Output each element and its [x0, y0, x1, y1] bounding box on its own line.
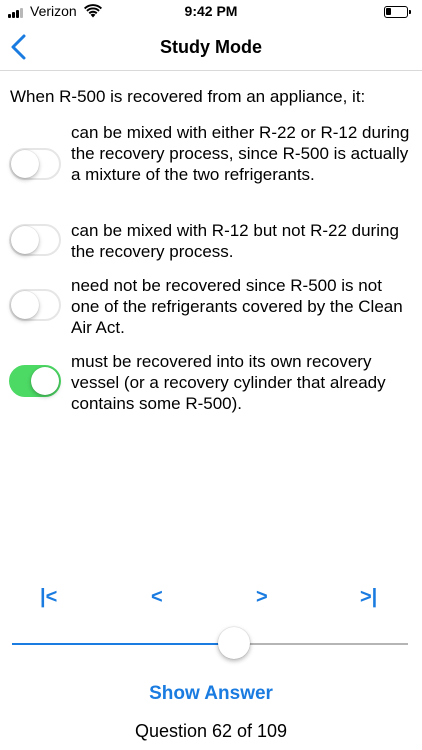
- previous-question-button[interactable]: <: [151, 586, 163, 609]
- option-4-text: must be recovered into its own recovery …: [71, 352, 386, 413]
- navigation-bar: Study Mode: [0, 24, 422, 71]
- first-question-button[interactable]: |<: [40, 586, 57, 609]
- toggle-knob: [11, 226, 39, 254]
- battery-icon: [384, 6, 411, 18]
- option-3-text: need not be recovered since R-500 is not…: [71, 276, 403, 337]
- slider-track-empty[interactable]: [234, 643, 408, 645]
- battery-level: [386, 8, 391, 15]
- toggle-knob: [11, 150, 39, 178]
- toggle-knob: [11, 291, 39, 319]
- last-question-button[interactable]: >|: [360, 586, 377, 609]
- status-bar: Verizon 9:42 PM: [0, 0, 422, 24]
- next-question-button[interactable]: >: [256, 586, 268, 609]
- option-1-text: can be mixed with either R-22 or R-12 du…: [71, 123, 410, 184]
- question-slider-thumb[interactable]: [218, 627, 250, 659]
- option-4-toggle[interactable]: [9, 365, 61, 397]
- show-answer-button[interactable]: Show Answer: [0, 683, 422, 705]
- option-2-text: can be mixed with R-12 but not R-22 duri…: [71, 221, 399, 261]
- slider-track-filled[interactable]: [12, 643, 234, 645]
- question-text: When R-500 is recovered from an applianc…: [10, 87, 366, 106]
- option-1-toggle[interactable]: [9, 148, 61, 180]
- status-time: 9:42 PM: [184, 3, 238, 19]
- page-title: Study Mode: [160, 37, 262, 57]
- question-counter: Question 62 of 109: [134, 721, 288, 741]
- option-3-toggle[interactable]: [9, 289, 61, 321]
- option-2-toggle[interactable]: [9, 224, 61, 256]
- toggle-knob: [31, 367, 59, 395]
